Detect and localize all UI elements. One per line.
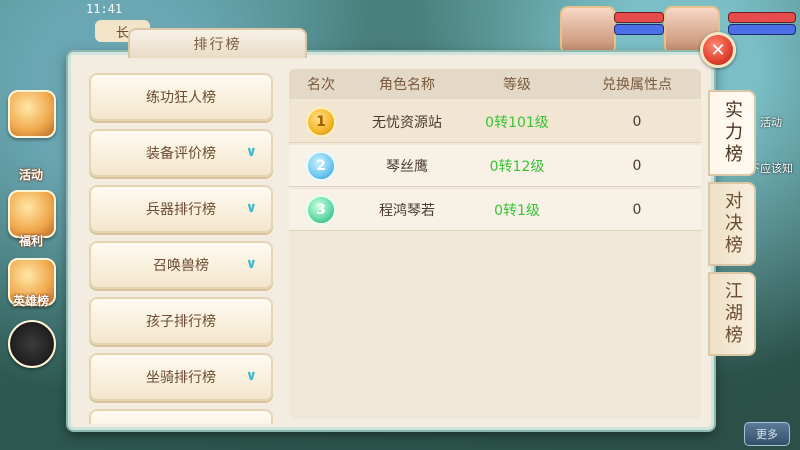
rank-silver-badge-icon: 2 [306,150,336,181]
category-item-partial[interactable] [89,409,273,424]
activity-hint: 活动 [760,116,782,129]
dialog-title: 排行榜 [128,28,307,58]
row-points: 0 [632,157,642,174]
table-row[interactable]: 1 无忧资源站 0转101级 0 [289,101,701,143]
left-hud-rail: 活动 福利 英雄榜 [0,0,68,450]
rail-label-welfare: 福利 [18,234,43,248]
table-row[interactable]: 3 程鸿琴若 0转1级 0 [289,189,701,231]
category-label: 练功狂人榜 [146,90,216,106]
row-name: 琴丝鹰 [386,158,428,175]
activity-icon[interactable] [8,90,56,138]
close-icon[interactable]: ✕ [700,32,736,68]
player-hp-bar [614,12,664,23]
category-list: 练功狂人榜 装备评价榜 ∨ 兵器排行榜 ∨ 召唤兽榜 ∨ 孩子排行榜 坐骑排行榜… [83,67,275,424]
leaderboard-dialog: 练功狂人榜 装备评价榜 ∨ 兵器排行榜 ∨ 召唤兽榜 ∨ 孩子排行榜 坐骑排行榜… [68,52,714,430]
category-item-summon[interactable]: 召唤兽榜 ∨ [89,241,273,289]
chevron-down-icon: ∨ [245,256,257,272]
row-points: 0 [632,201,642,218]
table-row[interactable]: 2 琴丝鹰 0转12级 0 [289,145,701,187]
category-item-practice[interactable]: 练功狂人榜 [89,73,273,121]
chevron-down-icon: ∨ [245,200,257,216]
category-label: 兵器排行榜 [146,202,216,218]
player-avatar[interactable] [560,6,616,54]
category-label: 坐骑排行榜 [146,370,216,386]
pet-hp-bar [728,12,796,23]
category-label: 装备评价榜 [146,146,216,162]
category-item-child[interactable]: 孩子排行榜 [89,297,273,345]
column-header-name: 角色名称 [379,77,435,93]
tab-strength-rank[interactable]: 实力榜 [708,90,756,176]
chevron-down-icon: ∨ [245,368,257,384]
rail-label-hero: 英雄榜 [12,294,49,308]
tab-duel-rank[interactable]: 对决榜 [708,182,756,266]
category-item-mount[interactable]: 坐骑排行榜 ∨ [89,353,273,401]
rank-bronze-badge-icon: 3 [306,194,336,225]
category-label: 孩子排行榜 [146,314,216,330]
row-points: 0 [632,113,642,130]
ranking-table: 名次 角色名称 等级 兑换属性点 1 无忧资源站 0转101级 0 2 琴丝鹰 … [289,69,701,419]
row-name: 程鸿琴若 [379,202,435,219]
column-header-level: 等级 [503,77,531,93]
status-time: 11:41 [86,2,123,16]
category-label: 召唤兽榜 [153,258,209,274]
table-header: 名次 角色名称 等级 兑换属性点 [289,69,701,99]
more-button[interactable]: 更多 [744,422,790,446]
pet-mp-bar [728,24,796,35]
chat-icon[interactable] [8,320,56,368]
row-name: 无忧资源站 [372,114,442,131]
gift-icon[interactable] [8,190,56,238]
row-level: 0转101级 [485,114,549,131]
row-level: 0转12级 [489,158,545,175]
player-mp-bar [614,24,664,35]
tab-jianghu-rank[interactable]: 江湖榜 [708,272,756,356]
category-item-weapon[interactable]: 兵器排行榜 ∨ [89,185,273,233]
rail-label-activity: 活动 [18,168,43,182]
row-level: 0转1级 [494,202,540,219]
chevron-down-icon: ∨ [245,144,257,160]
category-item-equipment[interactable]: 装备评价榜 ∨ [89,129,273,177]
column-header-rank: 名次 [307,77,335,93]
rank-gold-badge-icon: 1 [306,106,336,137]
column-header-points: 兑换属性点 [602,77,672,93]
